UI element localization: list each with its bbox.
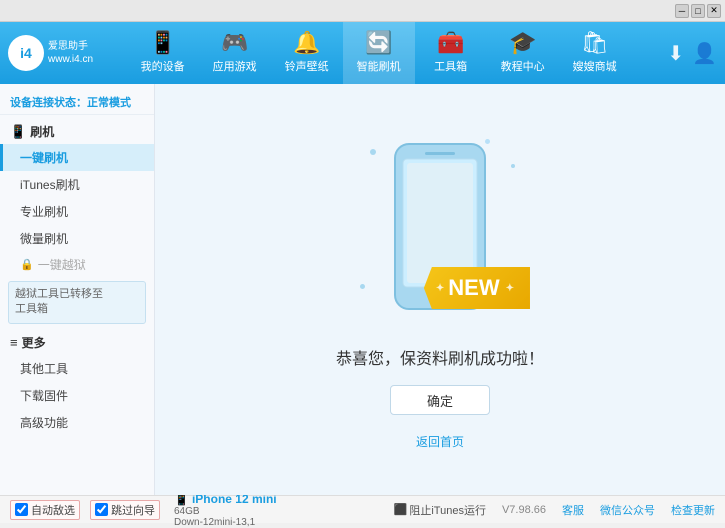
bottom-left: 自动敌选 跳过向导 📱 iPhone 12 mini 64GB Down-12m…: [10, 492, 394, 528]
device-model: Down-12mini-13,1: [174, 517, 277, 528]
smart-shop-icon: 🔄: [365, 32, 392, 54]
new-badge: NEW: [424, 267, 530, 309]
maximize-button[interactable]: □: [691, 4, 705, 18]
device-details: 64GB: [174, 506, 277, 517]
content-area: NEW 恭喜您，保资料刷机成功啦！ 确定 返回首页: [155, 84, 725, 495]
sidebar: 设备连接状态：正常模式 📱 刷机 一键刷机 iTunes刷机 专业刷机 微量刷机…: [0, 84, 155, 495]
title-bar: ─ □ ✕: [0, 0, 725, 22]
sidebar-item-one-click-flash[interactable]: 一键刷机: [0, 144, 154, 171]
logo-text: 爱思助手 www.i4.cn: [48, 40, 93, 66]
appstore-icon: 🛍: [581, 32, 609, 54]
auto-dismiss-checkbox[interactable]: 自动敌选: [10, 500, 80, 520]
sidebar-item-itunes-flash[interactable]: iTunes刷机: [0, 171, 154, 198]
check-update-link[interactable]: 检查更新: [671, 502, 715, 518]
new-badge-label: NEW: [424, 267, 530, 309]
main-area: 设备连接状态：正常模式 📱 刷机 一键刷机 iTunes刷机 专业刷机 微量刷机…: [0, 84, 725, 495]
apps-games-icon: 🎮: [221, 32, 248, 54]
sparkle-3: [511, 164, 515, 168]
back-link[interactable]: 返回首页: [416, 433, 464, 450]
auto-dismiss-input[interactable]: [15, 503, 28, 516]
sidebar-item-advanced[interactable]: 高级功能: [0, 409, 154, 436]
illustration: NEW 恭喜您，保资料刷机成功啦！ 确定 返回首页: [336, 129, 544, 450]
tutorial-icon: 🎓: [509, 32, 536, 54]
flash-section-icon: 📱: [10, 124, 26, 140]
sparkle-4: [360, 284, 365, 289]
wechat-public-link[interactable]: 微信公众号: [600, 502, 655, 518]
nav-smart-shop[interactable]: 🔄 智能刷机: [343, 22, 415, 84]
phone-container: NEW: [340, 129, 540, 329]
header-right: ⬇ 👤: [667, 41, 717, 66]
sidebar-item-save-data-flash[interactable]: 微量刷机: [0, 225, 154, 252]
device-info: 📱 iPhone 12 mini 64GB Down-12mini-13,1: [174, 492, 277, 528]
more-section-header[interactable]: ≡ 更多: [0, 328, 154, 355]
nav-tutorial[interactable]: 🎓 教程中心: [487, 22, 559, 84]
version-text: V7.98.66: [502, 504, 546, 516]
download-button[interactable]: ⬇: [667, 41, 684, 66]
stop-icon: ⬛: [394, 503, 408, 516]
window-controls[interactable]: ─ □ ✕: [675, 4, 721, 18]
sidebar-item-pro-flash[interactable]: 专业刷机: [0, 198, 154, 225]
connection-status: 设备连接状态：正常模式: [0, 88, 154, 115]
jailbreak-disabled: 🔒 一键越狱: [0, 252, 154, 277]
my-device-icon: 📱: [149, 32, 176, 54]
minimize-button[interactable]: ─: [675, 4, 689, 18]
nav-toolbox[interactable]: 🧰 工具箱: [415, 22, 487, 84]
nav-my-device[interactable]: 📱 我的设备: [127, 22, 199, 84]
close-button[interactable]: ✕: [707, 4, 721, 18]
more-icon: ≡: [10, 335, 18, 350]
lock-icon: 🔒: [20, 258, 34, 271]
bottom-bar: 自动敌选 跳过向导 📱 iPhone 12 mini 64GB Down-12m…: [0, 495, 725, 523]
nav-ringtone-wallpaper[interactable]: 🔔 铃声壁纸: [271, 22, 343, 84]
header: i4 爱思助手 www.i4.cn 📱 我的设备 🎮 应用游戏 🔔 铃声壁纸 🔄…: [0, 22, 725, 84]
stop-itunes-button[interactable]: ⬛ 阻止iTunes运行: [394, 502, 486, 518]
confirm-button[interactable]: 确定: [390, 385, 490, 415]
nav-apps-games[interactable]: 🎮 应用游戏: [199, 22, 271, 84]
bottom-right: ⬛ 阻止iTunes运行 V7.98.66 客服 微信公众号 检查更新: [394, 502, 715, 518]
toolbox-icon: 🧰: [437, 32, 464, 54]
logo-area: i4 爱思助手 www.i4.cn: [8, 35, 98, 71]
customer-service-link[interactable]: 客服: [562, 502, 584, 518]
skip-wizard-checkbox[interactable]: 跳过向导: [90, 500, 160, 520]
success-message: 恭喜您，保资料刷机成功啦！: [336, 345, 544, 369]
skip-wizard-input[interactable]: [95, 503, 108, 516]
user-button[interactable]: 👤: [692, 41, 717, 66]
sidebar-item-other-tools[interactable]: 其他工具: [0, 355, 154, 382]
nav-bar: 📱 我的设备 🎮 应用游戏 🔔 铃声壁纸 🔄 智能刷机 🧰 工具箱 🎓 教程中心…: [98, 22, 659, 84]
ringtone-icon: 🔔: [293, 32, 320, 54]
nav-appstore[interactable]: 🛍 嫂嫂商城: [559, 22, 631, 84]
sidebar-item-download-firmware[interactable]: 下载固件: [0, 382, 154, 409]
logo-icon: i4: [8, 35, 44, 71]
jailbreak-info-box: 越狱工具已转移至工具箱: [8, 281, 146, 324]
flash-section-header[interactable]: 📱 刷机: [0, 119, 154, 144]
